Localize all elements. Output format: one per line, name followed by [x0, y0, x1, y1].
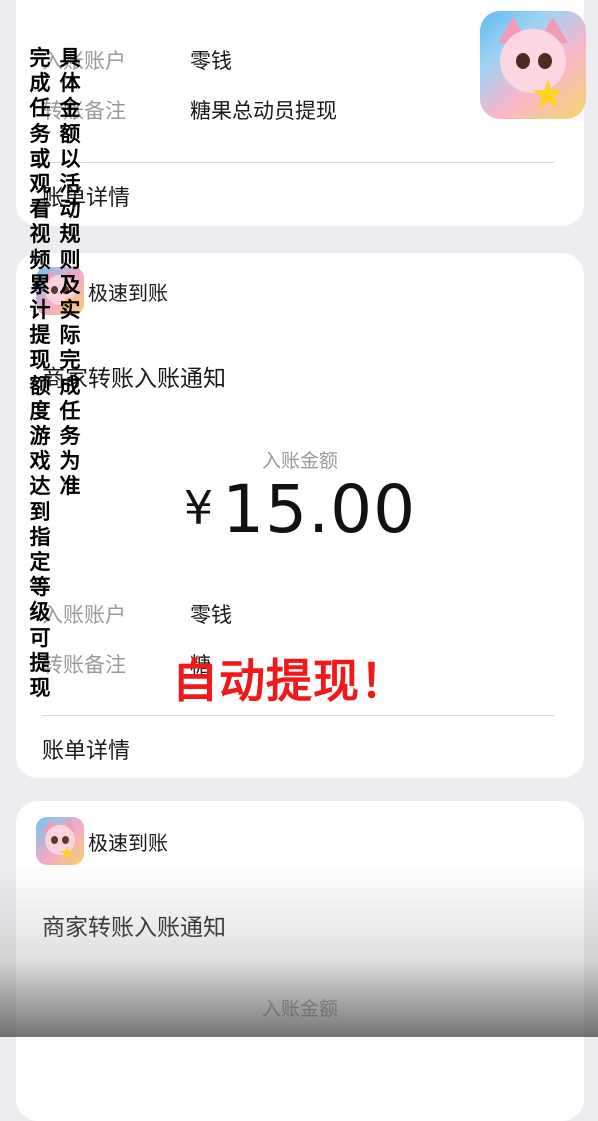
account-label: 入账账户: [42, 603, 126, 627]
notice-title: 商家转账入账通知: [42, 915, 226, 941]
bill-detail-link[interactable]: 账单详情: [42, 733, 130, 765]
promo-vertical-text-1: 完成任务或观看视频累计提现额度 游戏达到指定等级可提现: [29, 46, 51, 701]
remark-label: 转账备注: [42, 653, 126, 677]
divider: [42, 162, 554, 163]
amount-display: ¥15.00: [16, 471, 584, 548]
remark-label: 转账备注: [42, 99, 126, 123]
account-value: 零钱: [190, 603, 232, 627]
account-label: 入账账户: [42, 49, 126, 73]
app-small-icon: ★: [36, 817, 84, 865]
currency-symbol: ¥: [183, 481, 215, 535]
promo-vertical-text-2: 具体金额以活动规则及实际完成任务为准: [59, 46, 81, 499]
remark-value: 糖果总动员提现: [190, 99, 337, 123]
account-value: 零钱: [190, 49, 232, 73]
bill-detail-link[interactable]: 账单详情: [42, 180, 130, 212]
app-icon: ★: [480, 11, 586, 119]
amount-label: 入账金额: [261, 998, 338, 1020]
divider: [42, 715, 554, 716]
auto-withdraw-banner: 自动提现！: [172, 654, 407, 708]
amount-label: 入账金额: [261, 450, 338, 472]
header-title: 极速到账: [88, 831, 168, 855]
transfer-card-3: ★ 极速到账 商家转账入账通知 入账金额: [16, 801, 584, 1121]
amount-value: 15.00: [222, 471, 417, 548]
header-title: 极速到账: [88, 281, 168, 305]
